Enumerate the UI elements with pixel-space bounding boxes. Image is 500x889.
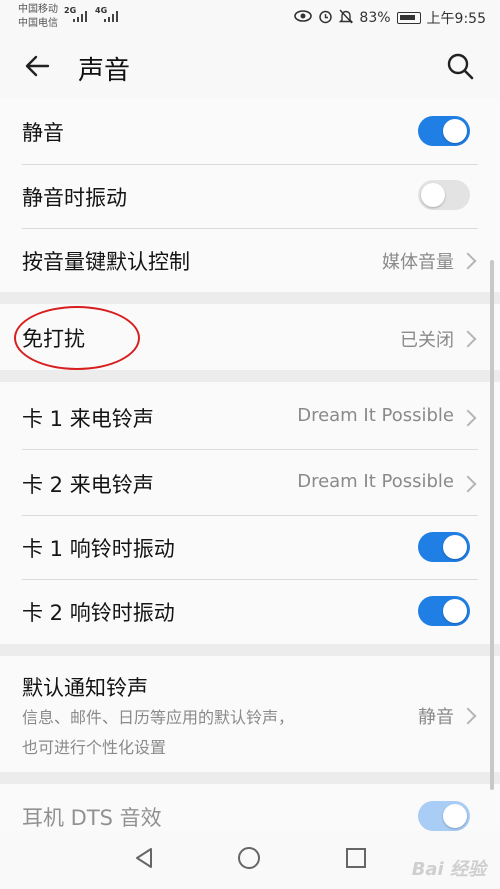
signal-icon [104, 10, 120, 22]
settings-group-mute: 静音 静音时振动 按音量键默认控制 媒体音量 [0, 98, 500, 292]
settings-group-ringtones: 卡 1 来电铃声 Dream It Possible 卡 2 来电铃声 Drea… [0, 382, 500, 644]
vibrate-on-mute-toggle[interactable] [418, 180, 470, 210]
mute-bell-icon [339, 9, 354, 28]
red-circle-annotation [14, 306, 140, 370]
search-icon[interactable] [444, 50, 476, 82]
nav-recent-icon[interactable] [346, 848, 366, 868]
watermark: Bai 经验 [411, 859, 486, 880]
alarm-icon [318, 9, 333, 28]
back-arrow-icon[interactable] [22, 50, 54, 82]
mute-toggle[interactable] [418, 116, 470, 146]
mute-label: 静音 [22, 121, 64, 145]
sim1-vibrate-row[interactable]: 卡 1 响铃时振动 [0, 515, 500, 579]
sim1-ringtone-value: Dream It Possible [297, 405, 454, 426]
sim1-vibrate-toggle[interactable] [418, 532, 470, 562]
default-notification-row[interactable]: 默认通知铃声 信息、邮件、日历等应用的默认铃声， 也可进行个性化设置 静音 [0, 656, 500, 772]
chevron-right-icon [459, 252, 477, 270]
volume-key-value: 媒体音量 [382, 252, 454, 273]
nav-home-icon[interactable] [238, 847, 260, 869]
do-not-disturb-value: 已关闭 [400, 330, 454, 351]
mute-row[interactable]: 静音 [0, 98, 500, 164]
signal-icon [73, 10, 89, 22]
default-notification-label: 默认通知铃声 [22, 676, 148, 700]
battery-percent: 83% [359, 10, 391, 26]
chevron-right-icon [459, 707, 477, 725]
eye-comfort-icon [294, 10, 313, 26]
title-bar: 声音 [0, 36, 500, 98]
navigation-bar: Bai 经验 [0, 831, 500, 889]
chevron-right-icon [459, 409, 477, 427]
page-title: 声音 [78, 56, 131, 86]
chevron-right-icon [459, 475, 477, 493]
chevron-right-icon [459, 330, 477, 348]
status-bar: 中国移动 中国电信 2G 4G 83% 上午9:55 [0, 0, 500, 36]
vibrate-on-mute-row[interactable]: 静音时振动 [0, 164, 500, 228]
carrier-1: 中国移动 [18, 4, 58, 15]
sim2-ringtone-row[interactable]: 卡 2 来电铃声 Dream It Possible [0, 449, 500, 515]
sim1-vibrate-label: 卡 1 响铃时振动 [22, 537, 175, 561]
clock: 上午9:55 [426, 11, 486, 27]
scrollbar[interactable] [490, 260, 494, 790]
default-notification-value: 静音 [418, 707, 454, 728]
carrier-info: 中国移动 中国电信 [18, 3, 58, 31]
dts-label: 耳机 DTS 音效 [22, 806, 162, 830]
dts-toggle[interactable] [418, 801, 470, 831]
sim2-ringtone-value: Dream It Possible [297, 471, 454, 492]
volume-key-label: 按音量键默认控制 [22, 250, 190, 274]
nav-back-icon[interactable] [134, 847, 154, 873]
vibrate-on-mute-label: 静音时振动 [22, 186, 127, 210]
volume-key-row[interactable]: 按音量键默认控制 媒体音量 [0, 228, 500, 292]
sim2-vibrate-toggle[interactable] [418, 596, 470, 626]
default-notification-desc-1: 信息、邮件、日历等应用的默认铃声， [22, 708, 295, 727]
settings-group-notification: 默认通知铃声 信息、邮件、日历等应用的默认铃声， 也可进行个性化设置 静音 [0, 656, 500, 772]
carrier-2: 中国电信 [18, 18, 58, 29]
sim1-ringtone-label: 卡 1 来电铃声 [22, 407, 154, 431]
sim2-vibrate-label: 卡 2 响铃时振动 [22, 601, 175, 625]
default-notification-desc-2: 也可进行个性化设置 [22, 738, 167, 757]
battery-icon [396, 12, 421, 24]
sim2-vibrate-row[interactable]: 卡 2 响铃时振动 [0, 579, 500, 644]
sim2-ringtone-label: 卡 2 来电铃声 [22, 473, 154, 497]
sim1-ringtone-row[interactable]: 卡 1 来电铃声 Dream It Possible [0, 382, 500, 449]
